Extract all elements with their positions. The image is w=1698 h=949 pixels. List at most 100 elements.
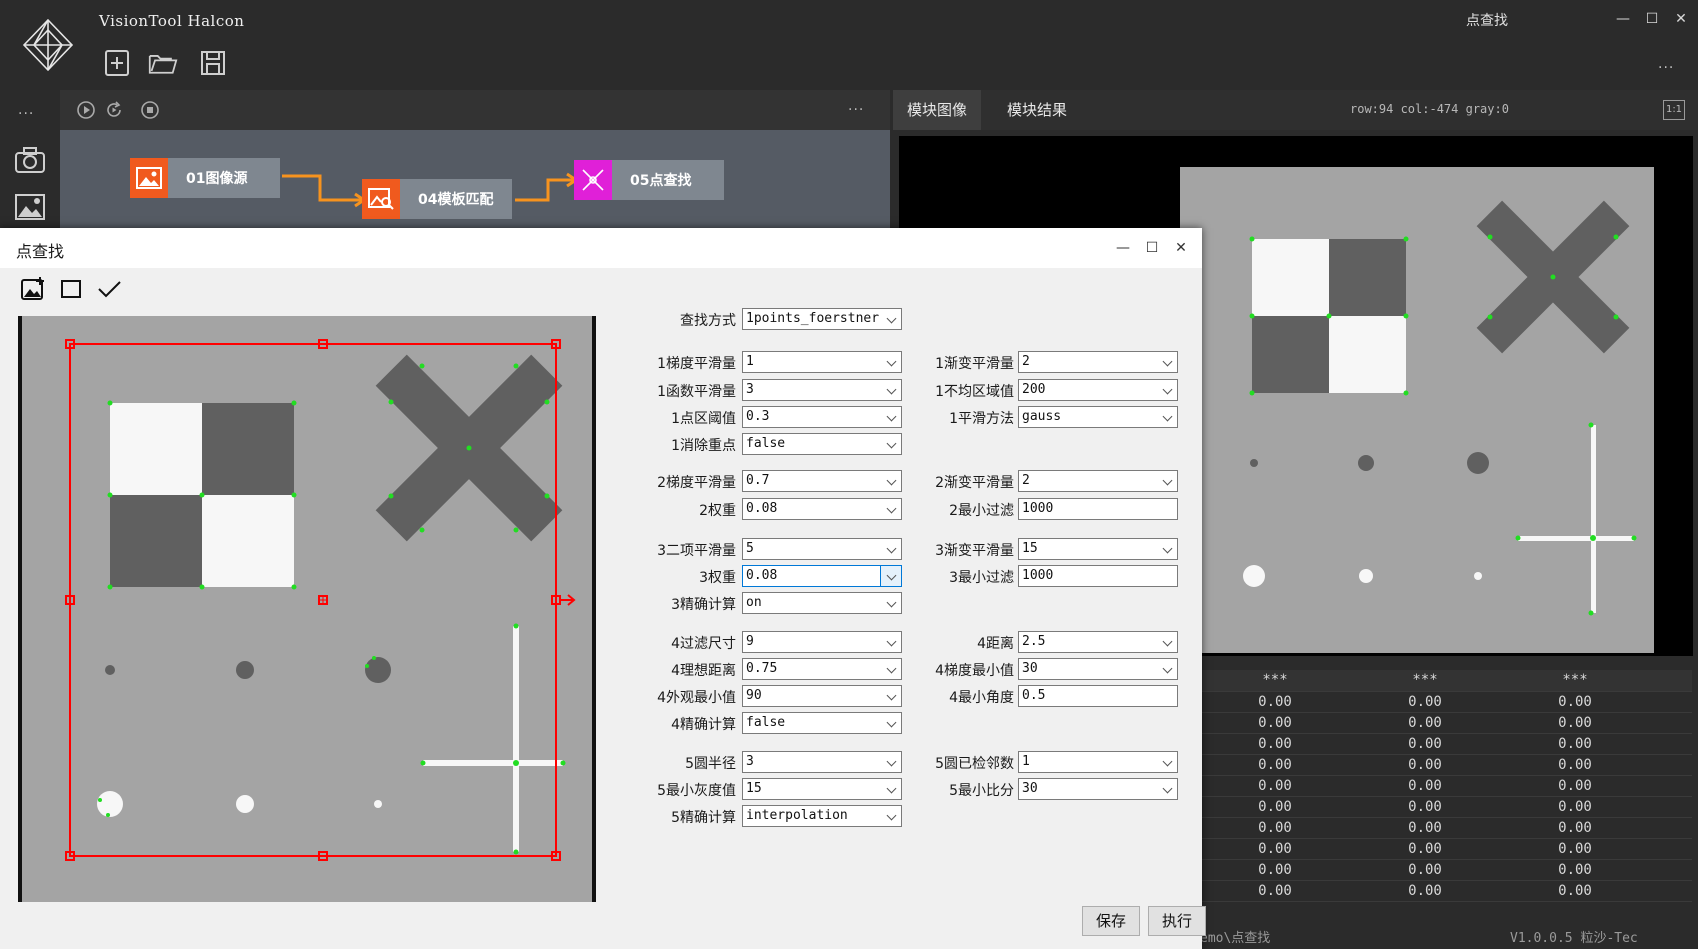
node-label: 04模板匹配	[418, 192, 494, 208]
table-cell: 0.00	[1558, 820, 1592, 836]
flow-more-button[interactable]: ...	[848, 98, 864, 114]
table-cell: 0.00	[1558, 841, 1592, 857]
rail-more-button[interactable]: ...	[18, 102, 34, 118]
flow-node-template-match[interactable]: 04模板匹配	[362, 179, 512, 219]
param-left-2-select[interactable]: 0.3	[742, 406, 902, 428]
param-left-1-label: 1函数平滑量	[657, 384, 736, 400]
table-cell: 0.00	[1258, 715, 1292, 731]
module-image	[1180, 167, 1654, 653]
tab-module-result[interactable]: 模块结果	[993, 90, 1081, 130]
tab-module-image[interactable]: 模块图像	[893, 90, 982, 130]
table-cell: 0.00	[1258, 694, 1292, 710]
camera-icon[interactable]	[14, 145, 46, 175]
save-button[interactable]: 保存	[1082, 906, 1140, 936]
dialog-minimize-button[interactable]: —	[1112, 237, 1134, 259]
param-right-8-select[interactable]: 30	[1018, 658, 1178, 680]
table-cell: 0.00	[1258, 820, 1292, 836]
search-method-select[interactable]: 1points_foerstner	[742, 308, 902, 330]
param-left-10-select[interactable]: 0.75	[742, 658, 902, 680]
search-method-label: 查找方式	[680, 313, 736, 329]
table-row: 0.00 0.00 0.00	[1200, 734, 1692, 755]
param-right-1-select[interactable]: 200	[1018, 379, 1178, 401]
flow-node-point-find[interactable]: 05点查找	[574, 160, 724, 200]
param-left-5-select[interactable]: 0.08	[742, 498, 902, 520]
param-right-7-label: 4距离	[977, 636, 1014, 652]
image-settings-icon[interactable]	[14, 192, 46, 222]
maximize-button[interactable]: ☐	[1641, 8, 1663, 30]
more-menu-button[interactable]: ...	[1658, 56, 1674, 72]
param-right-9-input[interactable]: 0.5	[1018, 685, 1178, 707]
param-left-8-select[interactable]: on	[742, 592, 902, 614]
table-header-cell: ***	[1262, 672, 1288, 688]
table-cell: 0.00	[1558, 715, 1592, 731]
table-cell: 0.00	[1258, 841, 1292, 857]
param-left-14-label: 5最小灰度值	[657, 783, 736, 799]
param-left-3-label: 1消除重点	[671, 438, 736, 454]
load-image-icon[interactable]	[20, 276, 46, 302]
loop-run-icon[interactable]	[104, 100, 124, 120]
param-right-11-select[interactable]: 30	[1018, 778, 1178, 800]
param-right-4-input[interactable]: 1000	[1018, 498, 1178, 520]
param-left-9-select[interactable]: 9	[742, 631, 902, 653]
param-left-5-label: 2权重	[699, 503, 736, 519]
close-button[interactable]: ✕	[1670, 8, 1692, 30]
save-file-icon[interactable]	[198, 48, 228, 78]
param-left-3-select[interactable]: false	[742, 433, 902, 455]
param-left-13-select[interactable]: 3	[742, 751, 902, 773]
run-icon[interactable]	[76, 100, 96, 120]
new-file-icon[interactable]	[102, 48, 132, 78]
param-right-7-select[interactable]: 2.5	[1018, 631, 1178, 653]
param-left-6-label: 3二项平滑量	[657, 543, 736, 559]
table-cell: 0.00	[1558, 799, 1592, 815]
draw-rectangle-icon[interactable]	[58, 276, 84, 302]
param-right-10-select[interactable]: 1	[1018, 751, 1178, 773]
param-right-8-label: 4梯度最小值	[935, 663, 1014, 679]
point-find-dialog: 点查找 — ☐ ✕ 查找方式 1points_foerstner 1梯度平滑量 …	[0, 228, 1206, 949]
param-right-3-select[interactable]: 2	[1018, 470, 1178, 492]
flow-toolbar	[60, 90, 890, 130]
param-left-4-label: 2梯度平滑量	[657, 475, 736, 491]
image-search-icon	[362, 179, 400, 219]
param-left-1-select[interactable]: 3	[742, 379, 902, 401]
dialog-maximize-button[interactable]: ☐	[1141, 237, 1163, 259]
table-row: 0.00 0.00 0.00	[1200, 755, 1692, 776]
table-cell: 0.00	[1558, 736, 1592, 752]
table-cell: 0.00	[1258, 862, 1292, 878]
param-left-12-label: 4精确计算	[671, 717, 736, 733]
param-right-0-select[interactable]: 2	[1018, 351, 1178, 373]
table-row: 0.00 0.00 0.00	[1200, 860, 1692, 881]
point-find-icon	[574, 160, 612, 200]
param-left-6-select[interactable]: 5	[742, 538, 902, 560]
param-right-1-label: 1不均区域值	[935, 384, 1014, 400]
status-version: V1.0.0.5 粒沙-Tec	[1510, 931, 1638, 946]
status-path: emo\点查找	[1200, 931, 1271, 946]
result-table: *** *** *** 0.00 0.00 0.00 0.00 0.00 0.00 0.00…	[1200, 670, 1692, 902]
param-right-6-input[interactable]: 1000	[1018, 565, 1178, 587]
param-left-7-select[interactable]: 0.08	[742, 565, 902, 587]
open-folder-icon[interactable]	[148, 48, 178, 78]
image-icon	[130, 158, 168, 198]
param-left-10-label: 4理想距离	[671, 663, 736, 679]
coord-readout: row:94 col:-474 gray:0	[1350, 102, 1509, 116]
param-left-0-select[interactable]: 1	[742, 351, 902, 373]
roi-canvas[interactable]	[18, 316, 596, 902]
minimize-button[interactable]: —	[1612, 8, 1634, 30]
flow-node-image-source[interactable]: 01图像源	[130, 158, 280, 198]
dialog-close-button[interactable]: ✕	[1170, 237, 1192, 259]
table-cell: 0.00	[1558, 862, 1592, 878]
param-left-12-select[interactable]: false	[742, 712, 902, 734]
stop-icon[interactable]	[140, 100, 160, 120]
confirm-check-icon[interactable]	[96, 276, 122, 302]
table-row: 0.00 0.00 0.00	[1200, 881, 1692, 902]
param-left-4-select[interactable]: 0.7	[742, 470, 902, 492]
actual-size-button[interactable]: 1:1	[1663, 100, 1685, 120]
run-button[interactable]: 执行	[1148, 906, 1206, 936]
main-window: VisionTool Halcon 点查找 — ☐ ✕ ... ... ... …	[0, 0, 1698, 949]
param-right-2-select[interactable]: gauss	[1018, 406, 1178, 428]
param-left-14-select[interactable]: 15	[742, 778, 902, 800]
param-left-13-label: 5圆半径	[685, 756, 736, 772]
param-left-15-select[interactable]: interpolation	[742, 805, 902, 827]
param-left-11-select[interactable]: 90	[742, 685, 902, 707]
param-right-9-label: 4最小角度	[949, 690, 1014, 706]
param-right-5-select[interactable]: 15	[1018, 538, 1178, 560]
